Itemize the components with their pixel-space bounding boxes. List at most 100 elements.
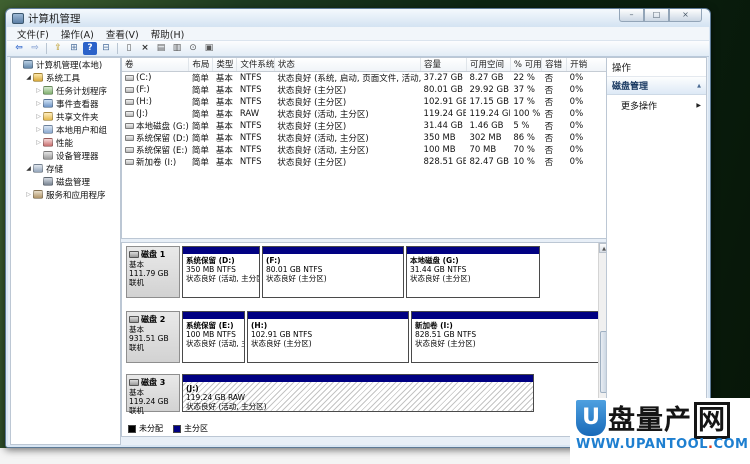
cell-pct_free: 86 %: [510, 132, 541, 144]
tree-expander-icon[interactable]: ▷: [34, 87, 43, 94]
table-row[interactable]: (J:)简单基本RAW状态良好 (活动, 主分区)119.24 GB119.24…: [122, 108, 609, 120]
more-actions-item[interactable]: 更多操作 ▶: [607, 95, 706, 114]
toolbar: ⇦⇨ ⇪⊞?⊟ ▯×▤▥⊙▣: [7, 41, 709, 57]
volume-label: (C:): [136, 73, 151, 83]
tree-item-label: 设备管理器: [56, 150, 99, 162]
column-header-3[interactable]: 文件系统: [237, 58, 275, 71]
show-console-tree-icon[interactable]: ⊞: [67, 42, 81, 55]
menu-item-1[interactable]: 操作(A): [55, 27, 100, 41]
tree-expander-icon[interactable]: ▷: [34, 113, 43, 120]
partition-body: (H:)102.91 GB NTFS状态良好 (主分区): [248, 319, 408, 350]
delete-icon[interactable]: ×: [138, 42, 152, 55]
menu-item-0[interactable]: 文件(F): [11, 27, 55, 41]
tree-item-disk-management[interactable]: 磁盘管理: [11, 175, 120, 188]
tree-expander-icon[interactable]: ◢: [24, 74, 33, 81]
menu-item-2[interactable]: 查看(V): [100, 27, 145, 41]
column-header-4[interactable]: 状态: [274, 58, 420, 71]
partition-block[interactable]: 系统保留 (E:)100 MB NTFS状态良好 (活动, 主分区): [182, 311, 245, 363]
column-header-0[interactable]: 卷: [122, 58, 189, 71]
tree-item-event-viewer[interactable]: ▷事件查看器: [11, 97, 120, 110]
tree-expander-icon[interactable]: ▷: [24, 191, 33, 198]
forward-icon[interactable]: ⇨: [28, 42, 42, 55]
column-header-5[interactable]: 容量: [421, 58, 467, 71]
disk-label[interactable]: 磁盘 3基本119.24 GB联机: [126, 374, 180, 412]
cell-type: 基本: [213, 71, 237, 84]
tree-expander-icon[interactable]: ▷: [34, 126, 43, 133]
tree-item-local-users-groups[interactable]: ▷本地用户和组: [11, 123, 120, 136]
partition-size: 102.91 GB NTFS: [251, 330, 405, 339]
tree-item-shared-folders[interactable]: ▷共享文件夹: [11, 110, 120, 123]
cell-status: 状态良好 (主分区): [274, 120, 420, 132]
cell-type: 基本: [213, 132, 237, 144]
hard-disk-icon: [129, 251, 139, 258]
tree-item-storage[interactable]: ◢存储: [11, 162, 120, 175]
cell-fs: NTFS: [237, 156, 275, 168]
column-header-2[interactable]: 类型: [213, 58, 237, 71]
tree-expander-icon[interactable]: ◢: [24, 165, 33, 172]
cell-free: 29.92 GB: [466, 84, 510, 96]
table-row[interactable]: 系统保留 (D:)简单基本NTFS状态良好 (活动, 主分区)350 MB302…: [122, 132, 609, 144]
console-window-icon[interactable]: ⊟: [99, 42, 113, 55]
partition-body: 系统保留 (E:)100 MB NTFS状态良好 (活动, 主分区): [183, 319, 244, 350]
up-icon[interactable]: ⇪: [51, 42, 65, 55]
table-row[interactable]: (C:)简单基本NTFS状态良好 (系统, 启动, 页面文件, 活动, 故障转储…: [122, 71, 609, 84]
partition-body: 本地磁盘 (G:)31.44 GB NTFS状态良好 (主分区): [407, 254, 539, 285]
table-row[interactable]: (F:)简单基本NTFS状态良好 (主分区)80.01 GB29.92 GB37…: [122, 84, 609, 96]
disk-row-1[interactable]: 磁盘 1基本111.79 GB联机系统保留 (D:)350 MB NTFS状态良…: [126, 246, 540, 298]
search-icon[interactable]: ⊙: [186, 42, 200, 55]
tree-expander-icon[interactable]: ▷: [34, 100, 43, 107]
new-document-icon[interactable]: ▯: [122, 42, 136, 55]
table-row[interactable]: 本地磁盘 (G:)简单基本NTFS状态良好 (主分区)31.44 GB1.46 …: [122, 120, 609, 132]
computer-toolbar-icon[interactable]: ▣: [202, 42, 216, 55]
tree-item-system-tools[interactable]: ◢系统工具: [11, 71, 120, 84]
tree-expander-icon[interactable]: ▷: [34, 139, 43, 146]
open-folder-icon[interactable]: ▥: [170, 42, 184, 55]
legend-swatch: [128, 425, 136, 433]
disk-name-text: 磁盘 2: [141, 314, 165, 325]
actions-section-disk-management[interactable]: 磁盘管理 ▲: [607, 77, 706, 95]
local-users-icon: [43, 125, 53, 134]
help-icon[interactable]: ?: [83, 42, 97, 55]
volume-cell: 系统保留 (D:): [125, 132, 186, 144]
volume-drive-icon: [125, 111, 134, 117]
column-header-7[interactable]: % 可用: [510, 58, 541, 71]
disk-name-text: 磁盘 1: [141, 249, 165, 260]
partition-block[interactable]: 新加卷 (I:)828.51 GB NTFS状态良好 (主分区): [411, 311, 600, 363]
column-header-1[interactable]: 布局: [189, 58, 213, 71]
collapse-chevron-icon[interactable]: ▲: [697, 83, 701, 89]
watermark-cn-text: 盘量产网: [608, 406, 730, 436]
tree-item-computer-management[interactable]: 计算机管理(本地): [11, 58, 120, 71]
properties-icon[interactable]: ▤: [154, 42, 168, 55]
minimize-button[interactable]: –: [619, 9, 644, 22]
partition-block[interactable]: (J:)119.24 GB RAW状态良好 (活动, 主分区): [182, 374, 534, 412]
table-row[interactable]: 系统保留 (E:)简单基本NTFS状态良好 (活动, 主分区)100 MB70 …: [122, 144, 609, 156]
menu-item-3[interactable]: 帮助(H): [145, 27, 191, 41]
partition-block[interactable]: 系统保留 (D:)350 MB NTFS状态良好 (活动, 主分区): [182, 246, 260, 298]
partition-block[interactable]: (F:)80.01 GB NTFS状态良好 (主分区): [262, 246, 404, 298]
partition-color-band: [263, 247, 403, 254]
disk-label[interactable]: 磁盘 1基本111.79 GB联机: [126, 246, 180, 298]
disk-label[interactable]: 磁盘 2基本931.51 GB联机: [126, 311, 180, 363]
tree-item-services-applications[interactable]: ▷服务和应用程序: [11, 188, 120, 201]
column-header-9[interactable]: 开销: [567, 58, 609, 71]
column-header-6[interactable]: 可用空间: [466, 58, 510, 71]
disk-row-2[interactable]: 磁盘 2基本931.51 GB联机系统保留 (E:)100 MB NTFS状态良…: [126, 311, 600, 363]
cell-volume: 本地磁盘 (G:): [122, 120, 189, 132]
back-icon[interactable]: ⇦: [12, 42, 26, 55]
partition-block[interactable]: (H:)102.91 GB NTFS状态良好 (主分区): [247, 311, 409, 363]
tree-item-device-manager[interactable]: 设备管理器: [11, 149, 120, 162]
table-row[interactable]: (H:)简单基本NTFS状态良好 (主分区)102.91 GB17.15 GB1…: [122, 96, 609, 108]
cell-capacity: 31.44 GB: [421, 120, 467, 132]
disk-row-3[interactable]: 磁盘 3基本119.24 GB联机(J:)119.24 GB RAW状态良好 (…: [126, 374, 534, 412]
title-bar[interactable]: 计算机管理: [6, 9, 710, 27]
tree-item-performance[interactable]: ▷性能: [11, 136, 120, 149]
column-header-8[interactable]: 容错: [542, 58, 567, 71]
partition-body: (F:)80.01 GB NTFS状态良好 (主分区): [263, 254, 403, 285]
tree-item-task-scheduler[interactable]: ▷任务计划程序: [11, 84, 120, 97]
close-button[interactable]: ×: [669, 9, 702, 22]
cell-free: 17.15 GB: [466, 96, 510, 108]
legend-label: 未分配: [139, 423, 163, 434]
partition-block[interactable]: 本地磁盘 (G:)31.44 GB NTFS状态良好 (主分区): [406, 246, 540, 298]
table-row[interactable]: 新加卷 (I:)简单基本NTFS状态良好 (主分区)828.51 GB82.47…: [122, 156, 609, 168]
maximize-button[interactable]: □: [644, 9, 669, 22]
